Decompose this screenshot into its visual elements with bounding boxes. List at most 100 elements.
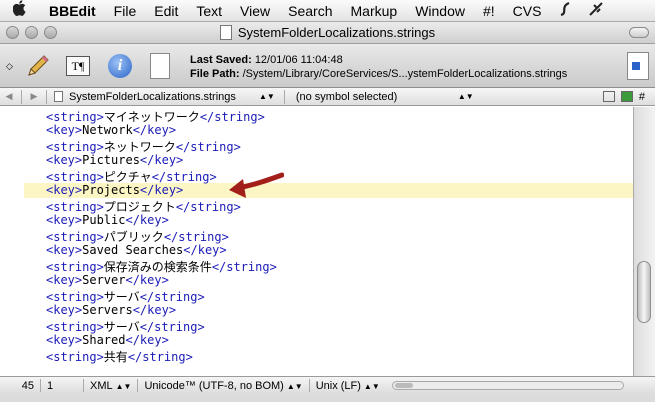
divider <box>46 89 47 104</box>
code-line: <key>Network</key> <box>46 123 176 138</box>
open-tag: <string> <box>46 200 104 214</box>
zoom-button[interactable] <box>44 26 57 39</box>
tag-content: Public <box>82 213 126 227</box>
tag-content: Servers <box>82 303 133 317</box>
code-line: <string>ピクチャ</string> <box>46 168 217 184</box>
menu-markup[interactable]: Markup <box>342 0 407 22</box>
horizontal-scrollbar[interactable] <box>391 381 624 390</box>
horizontal-scrollbar-thumb[interactable] <box>394 383 413 388</box>
apple-icon[interactable] <box>0 0 40 21</box>
open-tag: <string> <box>46 230 104 244</box>
column-number: 1 <box>47 379 54 392</box>
open-tag: <string> <box>46 350 104 364</box>
menu-shebang[interactable]: #! <box>474 0 504 22</box>
tag-content: サーバ <box>103 320 140 334</box>
code-line: <key>Saved Searches</key> <box>46 243 227 258</box>
back-arrow-icon[interactable]: ◀ <box>0 91 18 102</box>
navigation-bar: ◀ ▶ SystemFolderLocalizations.strings ▲▼… <box>0 88 655 106</box>
line-endings-popup[interactable]: Unix (LF) ▲▼ <box>310 380 386 392</box>
code-line: <string>パブリック</string> <box>46 228 229 244</box>
toolbar: ◇ T¶ i Last Saved: 12/01/06 11:04:48 Fil… <box>0 44 655 88</box>
close-tag: </key> <box>139 183 184 197</box>
code-line: <string>保存済みの検索条件</string> <box>46 258 277 274</box>
code-line: <key>Servers</key> <box>46 303 176 318</box>
window-title-bar[interactable]: SystemFolderLocalizations.strings <box>0 22 655 44</box>
counterpart-icon[interactable] <box>602 91 615 102</box>
menu-window[interactable]: Window <box>406 0 474 22</box>
code-line: <string>共有</string> <box>46 348 193 364</box>
menu-edit[interactable]: Edit <box>145 0 187 22</box>
diamond-icon[interactable]: ◇ <box>6 61 13 72</box>
tag-content: ネットワーク <box>103 140 176 154</box>
code-line: <key>Pictures</key> <box>46 153 183 168</box>
file-path-label: File Path: <box>190 68 240 80</box>
close-button[interactable] <box>6 26 19 39</box>
open-tag: <key> <box>46 153 83 167</box>
tag-content: ピクチャ <box>103 170 152 184</box>
language-popup[interactable]: XML ▲▼ <box>84 380 137 392</box>
encoding-popup[interactable]: Unicode™ (UTF-8, no BOM) ▲▼ <box>138 380 308 392</box>
menu-bar: BBEdit File Edit Text View Search Markup… <box>0 0 655 22</box>
text-options-icon[interactable]: T¶ <box>64 52 92 80</box>
open-tag: <key> <box>46 303 83 317</box>
text-editor[interactable]: <string>マイネットワーク</string> <key>Network</k… <box>0 107 633 376</box>
close-tag: </string> <box>175 140 241 154</box>
pencil-icon[interactable] <box>24 52 52 80</box>
document-icon[interactable] <box>146 52 174 80</box>
forward-arrow-icon[interactable]: ▶ <box>25 91 43 102</box>
encoding-label: Unicode™ (UTF-8, no BOM) <box>144 379 284 392</box>
menu-file[interactable]: File <box>105 0 146 22</box>
divider <box>21 89 22 104</box>
popup-arrows-icon: ▲▼ <box>259 92 275 101</box>
code-line: <string>ネットワーク</string> <box>46 138 241 154</box>
document-proxy-icon[interactable] <box>219 25 232 40</box>
function-popup[interactable]: # <box>639 91 645 103</box>
close-tag: </key> <box>132 123 177 137</box>
vertical-scrollbar[interactable] <box>633 107 655 376</box>
tag-content: Saved Searches <box>82 243 184 257</box>
split-pane-icon[interactable] <box>627 52 649 80</box>
script-menu-icon[interactable] <box>550 1 580 20</box>
status-bar: 45 1 XML ▲▼ Unicode™ (UTF-8, no BOM) ▲▼ Un… <box>0 376 655 394</box>
close-tag: </string> <box>139 320 205 334</box>
open-tag: <key> <box>46 273 83 287</box>
close-tag: </string> <box>139 290 205 304</box>
last-saved-label: Last Saved: <box>190 54 252 66</box>
open-tag: <string> <box>46 290 104 304</box>
open-tag: <key> <box>46 123 83 137</box>
tag-content: Shared <box>82 333 126 347</box>
symbol-popup[interactable]: (no symbol selected) <box>288 91 458 103</box>
tag-content: プロジェクト <box>103 200 176 214</box>
close-tag: </string> <box>199 110 265 124</box>
scrollbar-thumb[interactable] <box>637 261 651 323</box>
window-title: SystemFolderLocalizations.strings <box>237 25 436 40</box>
line-endings-label: Unix (LF) <box>315 379 361 392</box>
code-line: <key>Server</key> <box>46 273 169 288</box>
file-icon <box>54 91 63 102</box>
close-tag: </key> <box>125 213 169 227</box>
info-icon[interactable]: i <box>106 52 134 80</box>
open-tag: <key> <box>46 183 83 197</box>
menu-cvs[interactable]: CVS <box>504 0 551 22</box>
menu-text[interactable]: Text <box>187 0 231 22</box>
close-tag: </string> <box>163 230 229 244</box>
file-popup[interactable]: SystemFolderLocalizations.strings <box>69 91 259 103</box>
markers-icon[interactable] <box>620 91 633 102</box>
menu-search[interactable]: Search <box>279 0 341 22</box>
close-tag: </key> <box>183 243 227 257</box>
close-tag: </string> <box>211 260 277 274</box>
window-controls <box>6 26 57 39</box>
toolbar-toggle-button[interactable] <box>629 27 649 38</box>
close-tag: </string> <box>151 170 217 184</box>
code-line: <key>Shared</key> <box>46 333 169 348</box>
menu-view[interactable]: View <box>231 0 279 22</box>
minimize-button[interactable] <box>25 26 38 39</box>
tag-content: 共有 <box>103 350 128 364</box>
automator-menu-icon[interactable] <box>580 1 612 20</box>
tag-content: マイネットワーク <box>103 110 200 124</box>
menu-bbedit[interactable]: BBEdit <box>40 0 105 22</box>
close-tag: </string> <box>127 350 193 364</box>
open-tag: <string> <box>46 260 104 274</box>
tag-content: パブリック <box>103 230 164 244</box>
code-line: <string>サーバ</string> <box>46 288 205 304</box>
